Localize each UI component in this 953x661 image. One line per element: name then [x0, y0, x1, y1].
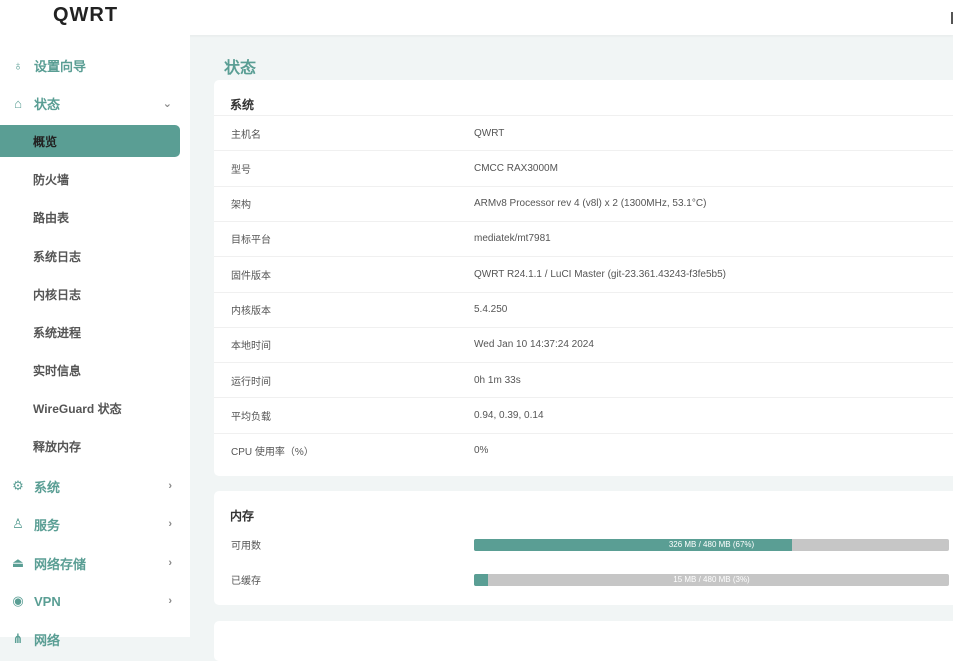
memory-row: 可用数 326 MB / 480 MB (67%): [214, 527, 953, 562]
label: 防火墙: [33, 172, 70, 187]
info-key: CPU 使用率（%）: [231, 447, 314, 459]
label: 网络存储: [34, 556, 87, 572]
label: 实时信息: [33, 363, 82, 378]
info-row: 目标平台 mediatek/mt7981: [214, 220, 953, 256]
label: VPN: [34, 593, 61, 609]
sidebar-item-status[interactable]: ⌂ 状态 ⌄: [0, 87, 180, 119]
chevron-down-icon: ⌄: [162, 97, 172, 110]
sidebar-item-nas[interactable]: ⏏ 网络存储 ›: [0, 547, 180, 579]
progress-text: 326 MB / 480 MB (67%): [668, 539, 755, 549]
label: 状态: [34, 96, 61, 112]
chevron-right-icon: ›: [168, 595, 172, 607]
gear-icon: ⚙: [12, 478, 24, 493]
info-value: CMCC RAX3000M: [474, 162, 558, 174]
memory-key: 可用数: [231, 541, 261, 552]
info-key: 内核版本: [231, 306, 271, 317]
label: 释放内存: [33, 439, 82, 454]
memory-progress-bar: 15 MB / 480 MB (3%): [474, 573, 949, 586]
drive-icon: ⏏: [11, 555, 25, 570]
info-key: 平均负载: [231, 411, 271, 423]
info-key: 运行时间: [231, 376, 271, 388]
label: 设置向导: [34, 58, 87, 74]
info-value: QWRT R24.1.1 / LuCI Master (git-23.361.4…: [474, 268, 726, 280]
chevron-right-icon: ›: [168, 557, 172, 569]
info-row: 内核版本 5.4.250: [214, 291, 953, 327]
info-row: 主机名 QWRT: [214, 115, 953, 150]
info-key: 型号: [231, 164, 251, 176]
info-row: 平均负载 0.94, 0.39, 0.14: [214, 397, 953, 432]
label: 网络: [34, 632, 61, 648]
info-key: 主机名: [231, 129, 261, 141]
sidebar-item-overview[interactable]: 概览: [0, 125, 180, 157]
chevron-right-icon: ›: [168, 480, 172, 492]
system-title: 系统: [230, 98, 255, 112]
info-key: 架构: [231, 200, 251, 212]
label: 系统进程: [33, 325, 82, 340]
label: 系统日志: [33, 249, 82, 264]
label: 概览: [33, 134, 58, 149]
info-value: Wed Jan 10 14:37:24 2024: [474, 339, 594, 351]
sidebar-item-vpn[interactable]: ◉ VPN ›: [0, 585, 180, 617]
user-icon: ♙: [12, 516, 24, 531]
memory-key: 已缓存: [231, 576, 261, 587]
label: 路由表: [33, 210, 70, 225]
network-icon: ⋔: [12, 631, 24, 646]
info-value: ARMv8 Processor rev 4 (v8l) x 2 (1300MHz…: [474, 198, 707, 210]
info-value: mediatek/mt7981: [474, 233, 551, 245]
memory-card: 内存 可用数 326 MB / 480 MB (67%) 已缓存 15 MB / 48…: [214, 491, 953, 605]
sidebar-item-system[interactable]: ⚙ 系统 ›: [0, 470, 180, 502]
label: 服务: [34, 517, 61, 533]
memory-progress-bar: 326 MB / 480 MB (67%): [474, 538, 949, 551]
info-value: 5.4.250: [474, 304, 508, 315]
sidebar-item-firewall[interactable]: 防火墙: [0, 163, 180, 195]
label: WireGuard 状态: [33, 401, 122, 416]
memory-title: 内存: [230, 509, 255, 523]
info-row: 型号 CMCC RAX3000M: [214, 150, 953, 185]
info-row: 运行时间 0h 1m 33s: [214, 362, 953, 397]
header: QWRT: [0, 0, 953, 35]
system-card: 系统 主机名 QWRT 型号 CMCC RAX3000M 架构 ARMv8 Process…: [214, 80, 953, 476]
info-key: 目标平台: [231, 235, 271, 247]
globe-icon: ◉: [12, 593, 24, 608]
sidebar-item-processes[interactable]: 系统进程: [0, 316, 180, 348]
chevron-right-icon: ›: [168, 518, 172, 530]
sidebar: ♁ 设置向导 ⌂ 状态 ⌄ 概览 防火墙 路由表 系统日志 内核日志 系统进程 实时信…: [0, 35, 190, 648]
label: 内核日志: [33, 287, 82, 302]
home-icon: ⌂: [14, 95, 22, 111]
progress-text: 15 MB / 480 MB (3%): [673, 574, 750, 584]
info-key: 本地时间: [231, 341, 271, 353]
page-title: 状态: [224, 60, 257, 77]
memory-row: 已缓存 15 MB / 480 MB (3%): [214, 562, 953, 597]
sidebar-item-realtime[interactable]: 实时信息: [0, 354, 180, 386]
label: 系统: [34, 479, 61, 495]
sidebar-item-syslog[interactable]: 系统日志: [0, 240, 180, 272]
info-row: 固件版本 QWRT R24.1.1 / LuCI Master (git-23.3…: [214, 256, 953, 291]
info-value: 0%: [474, 445, 489, 457]
sidebar-item-services[interactable]: ♙ 服务 ›: [0, 508, 180, 540]
sidebar-item-wizard[interactable]: ♁ 设置向导: [0, 49, 180, 81]
sidebar-item-kernel-log[interactable]: 内核日志: [0, 278, 180, 310]
logo: QWRT: [53, 4, 119, 26]
info-row: 本地时间 Wed Jan 10 14:37:24 2024: [214, 326, 953, 362]
lightbulb-icon: ♁: [13, 57, 23, 73]
info-key: 固件版本: [231, 270, 271, 282]
next-card: [214, 621, 953, 661]
sidebar-item-wireguard[interactable]: WireGuard 状态: [0, 392, 180, 424]
sidebar-item-free-memory[interactable]: 释放内存: [0, 430, 180, 462]
info-value: QWRT: [474, 127, 505, 139]
info-row: 架构 ARMv8 Processor rev 4 (v8l) x 2 (1300M…: [214, 185, 953, 221]
info-value: 0h 1m 33s: [474, 374, 521, 386]
sidebar-item-network[interactable]: ⋔ 网络: [0, 623, 180, 655]
info-row: CPU 使用率（%） 0%: [214, 432, 953, 468]
info-value: 0.94, 0.39, 0.14: [474, 409, 544, 421]
sidebar-item-routes[interactable]: 路由表: [0, 201, 180, 233]
